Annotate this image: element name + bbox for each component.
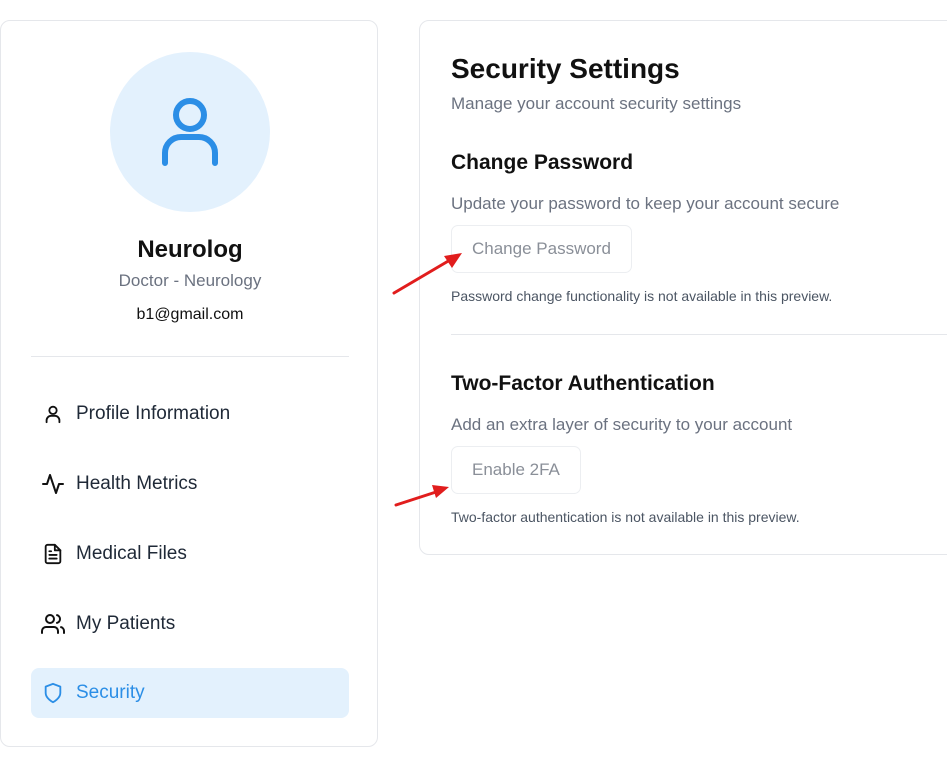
change-password-description: Update your password to keep your accoun… xyxy=(451,194,840,213)
security-settings-panel: Security Settings Manage your account se… xyxy=(419,20,947,555)
avatar xyxy=(110,52,270,212)
profile-email: b1@gmail.com xyxy=(136,306,244,323)
activity-icon xyxy=(41,472,65,496)
change-password-heading: Change Password xyxy=(451,151,634,174)
users-icon xyxy=(41,612,65,636)
shield-icon xyxy=(41,681,65,705)
sidebar-item-security[interactable]: Security xyxy=(31,668,349,718)
sidebar-item-health-metrics[interactable]: Health Metrics xyxy=(31,459,349,509)
sidebar-divider xyxy=(31,356,349,357)
sidebar-item-label: Security xyxy=(76,682,145,703)
sidebar-item-label: Health Metrics xyxy=(76,473,198,494)
annotation-arrow-icon xyxy=(394,485,449,507)
profile-role: Doctor - Neurology xyxy=(118,271,262,290)
sidebar-item-label: Medical Files xyxy=(76,543,187,564)
section-divider xyxy=(451,334,947,335)
sidebar-item-my-patients[interactable]: My Patients xyxy=(31,599,349,649)
two-factor-description: Add an extra layer of security to your a… xyxy=(451,415,793,434)
user-icon xyxy=(41,402,65,426)
sidebar-item-profile-information[interactable]: Profile Information xyxy=(31,389,349,439)
enable-2fa-button[interactable]: Enable 2FA xyxy=(451,446,581,494)
sidebar-item-label: Profile Information xyxy=(76,403,231,424)
two-factor-heading: Two-Factor Authentication xyxy=(451,372,715,395)
page-subtitle: Manage your account security settings xyxy=(451,94,742,113)
change-password-button[interactable]: Change Password xyxy=(451,225,632,273)
sidebar-item-label: My Patients xyxy=(76,613,176,634)
change-password-note: Password change functionality is not ava… xyxy=(451,288,833,304)
annotation-arrow-icon xyxy=(392,253,462,295)
profile-name: Neurolog xyxy=(137,236,243,263)
user-icon xyxy=(162,98,218,166)
page-title: Security Settings xyxy=(451,53,680,84)
sidebar: Neurolog Doctor - Neurology b1@gmail.com… xyxy=(0,20,378,747)
two-factor-note: Two-factor authentication is not availab… xyxy=(451,509,800,525)
sidebar-item-medical-files[interactable]: Medical Files xyxy=(31,529,349,579)
file-text-icon xyxy=(41,542,65,566)
